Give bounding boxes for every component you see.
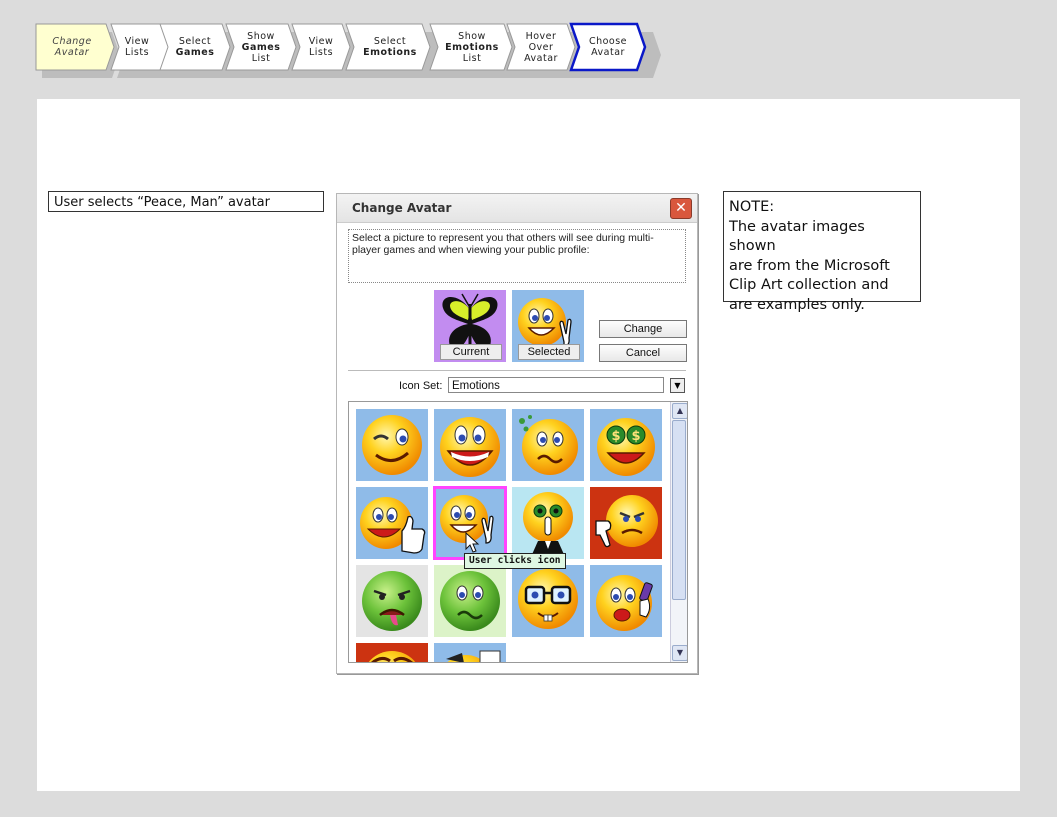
note-line: are examples only. [729,296,865,313]
step-view-lists-2: View Lists [284,23,366,78]
note-line: NOTE: [729,199,775,215]
step-text: Games [241,41,281,53]
user-clicks-icon-annotation: User clicks icon [464,553,566,569]
step-text: Show [458,30,486,42]
note-line: Clip Art collection and [729,277,889,293]
step-show-games-list: Show Games List [218,23,312,78]
dialog-title-bar: Change Avatar ✕ [337,194,697,223]
phone-smiley-icon [596,575,653,631]
step-show-emotions-list: Show Emotions List [422,23,528,78]
cancel-button[interactable]: Cancel [599,344,687,362]
step-text: Show [247,30,275,42]
svg-text:$: $ [611,429,620,444]
avatar-tile-wink[interactable] [356,409,428,481]
step-hover-over-avatar: Hover Over Avatar [499,23,591,78]
avatar-tile-peace-man[interactable] [433,486,507,560]
svg-text:$: $ [631,429,640,444]
avatar-grid: $ $ ▲ ▼ [348,401,688,663]
scroll-thumb[interactable] [672,420,686,600]
change-avatar-dialog: Change Avatar ✕ Select a picture to repr… [336,193,698,674]
step-text: Avatar [591,47,625,58]
step-text: Lists [124,47,150,58]
icon-set-select[interactable]: Emotions [448,377,664,393]
step-text: Games [175,47,215,58]
shush-smiley-icon [523,492,573,559]
note-line: The avatar images shown [729,218,865,255]
step-label: Select Emotions [352,24,428,70]
step-label: Show Games List [232,24,290,70]
avatar-tile-thumbs-down[interactable] [590,487,662,559]
avatar-tile-thumbs-up[interactable] [356,487,428,559]
close-icon[interactable]: ✕ [670,198,692,219]
step-text: Change [52,36,92,47]
dialog-title: Change Avatar [352,201,452,215]
scroll-up-icon[interactable]: ▲ [672,403,687,419]
step-label: Choose Avatar [579,24,637,70]
step-text: Select [178,36,212,47]
money-eyes-smiley-icon: $ $ [597,418,655,476]
avatar-tile-phone[interactable] [590,565,662,637]
smiley-icon [446,650,501,662]
note-box: NOTE: The avatar images shown are from t… [723,191,921,313]
sick-smiley-icon [362,571,422,631]
avatar-tile-queasy[interactable] [512,409,584,481]
step-label: View Lists [117,24,157,70]
change-button[interactable]: Change [599,320,687,338]
step-select-emotions: Select Emotions [338,23,446,78]
avatar-tile-sick[interactable] [356,565,428,637]
step-text: List [251,52,271,64]
avatar-tile-partial-1[interactable] [356,643,428,662]
queasy-smiley-icon [519,415,578,475]
thumbs-down-smiley-icon [595,495,658,548]
scroll-down-icon[interactable]: ▼ [672,645,687,661]
instructions-text: Select a picture to represent you that o… [348,229,686,283]
step-label: Change Avatar [36,24,108,70]
step-text: List [462,52,482,64]
current-avatar: Current [434,290,506,362]
selected-avatar: Selected [512,290,584,362]
selected-label: Selected [518,344,580,360]
step-text: Over [528,41,554,53]
step-label: Hover Over Avatar [513,24,569,70]
chevron-down-icon[interactable]: ▼ [670,378,685,393]
avatar-tile-partial-2[interactable] [434,643,506,662]
note-line: are from the Microsoft [729,257,890,274]
avatar-tile-shush[interactable] [512,487,584,559]
avatar-tile-nerd[interactable] [512,565,584,637]
step-label: Select Games [166,24,224,70]
step-choose-avatar: Choose Avatar [563,22,661,78]
flow-breadcrumb: Change Avatar View Lists Select Games Show G… [35,22,666,82]
avatar-tile-nauseous[interactable] [434,565,506,637]
peace-smiley-icon [440,495,494,553]
step-text: Emotions [445,41,499,53]
smiley-icon [368,651,416,662]
step-text: Choose [588,36,628,47]
step-text: Avatar [524,52,558,64]
wink-smiley-icon [362,415,422,475]
step-text: Lists [308,47,334,58]
step-select-games: Select Games [152,23,246,78]
avatar-grid-scrollbar[interactable]: ▲ ▼ [670,402,687,662]
thumbs-up-smiley-icon [360,497,426,554]
step-text: View [124,36,150,47]
divider [348,370,686,371]
scenario-caption: User selects “Peace, Man” avatar [48,191,324,212]
step-text: Emotions [363,47,417,58]
avatar-tile-money[interactable]: $ $ [590,409,662,481]
step-label: Show Emotions List [436,24,508,70]
step-text: Avatar [54,47,90,58]
step-text: Hover [525,30,557,42]
icon-set-label: Icon Set: [399,380,443,392]
nauseous-smiley-icon [440,571,500,631]
step-text: View [308,36,334,47]
laughing-smiley-icon [440,417,500,477]
step-text: Select [373,36,407,47]
nerd-glasses-smiley-icon [518,569,578,629]
avatar-tile-laugh[interactable] [434,409,506,481]
current-label: Current [440,344,502,360]
